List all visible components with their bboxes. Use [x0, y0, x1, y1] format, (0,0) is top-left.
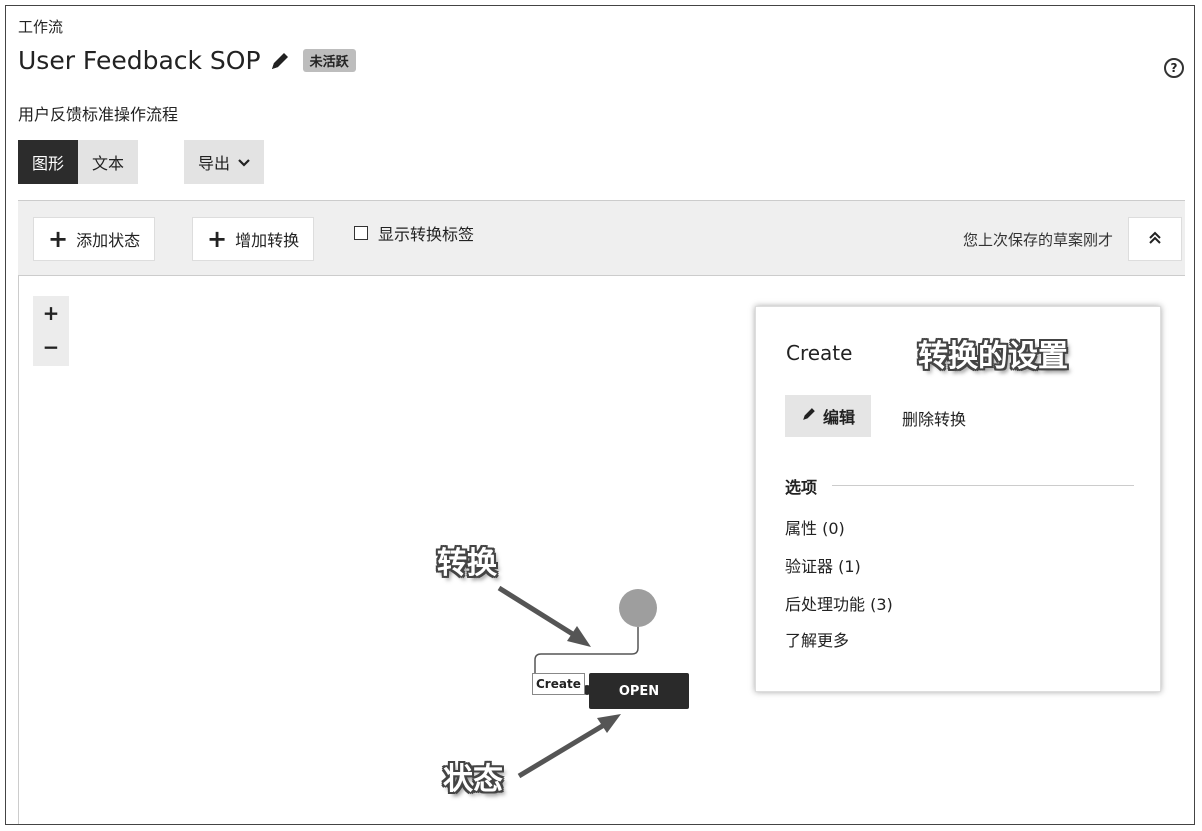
options-divider	[832, 485, 1134, 486]
option-properties[interactable]: 属性 (0)	[785, 515, 845, 539]
transition-label[interactable]: Create	[532, 673, 585, 695]
tab-diagram[interactable]: 图形	[18, 140, 79, 184]
plus-icon: +	[48, 225, 69, 253]
help-icon[interactable]: ?	[1164, 58, 1184, 78]
transition-settings-panel: Create 转换的设置 编辑 删除转换 选项 属性 (0) 验证器 (1) 后…	[755, 306, 1161, 692]
diagram-toolbar: + 添加状态 + 增加转换 显示转换标签 您上次保存的草案刚才	[18, 200, 1185, 276]
export-button[interactable]: 导出	[184, 140, 265, 184]
status-badge: 未活跃	[302, 49, 356, 72]
panel-title: Create	[786, 341, 853, 365]
option-post-functions[interactable]: 后处理功能 (3)	[785, 591, 893, 615]
annotation-state: 状态	[443, 762, 503, 797]
start-node[interactable]	[619, 589, 657, 627]
add-transition-button[interactable]: + 增加转换	[192, 217, 315, 261]
add-state-label: 添加状态	[76, 231, 141, 250]
workflow-editor: 工作流 User Feedback SOP 未活跃 ? 用户反馈标准操作流程 图…	[5, 5, 1195, 825]
export-label: 导出	[198, 154, 231, 173]
draft-saved-status: 您上次保存的草案刚才	[962, 231, 1113, 249]
option-validators[interactable]: 验证器 (1)	[785, 553, 861, 577]
show-labels-checkbox[interactable]	[354, 226, 368, 240]
page-title: User Feedback SOP	[18, 46, 261, 75]
add-state-button[interactable]: + 添加状态	[33, 217, 156, 261]
state-annotation-arrow	[517, 714, 621, 779]
edit-transition-button[interactable]: 编辑	[785, 395, 872, 437]
workflow-description: 用户反馈标准操作流程	[18, 105, 179, 124]
chevron-double-up-icon	[1148, 230, 1162, 249]
pencil-icon	[801, 406, 817, 426]
edit-title-pencil-icon[interactable]	[269, 50, 291, 72]
chevron-down-icon	[238, 153, 250, 172]
state-node-open[interactable]: OPEN	[589, 673, 689, 709]
plus-icon: +	[207, 225, 228, 253]
annotation-transition-settings: 转换的设置	[918, 339, 1068, 374]
diagram-canvas[interactable]: + − Create OPEN 转换 状态 Create 转换的设置 编辑 删除…	[18, 276, 1186, 824]
options-heading: 选项	[785, 478, 818, 497]
add-transition-label: 增加转换	[235, 231, 300, 250]
view-tabs: 图形 文本	[18, 140, 139, 184]
edit-label: 编辑	[823, 408, 856, 427]
transition-annotation-arrow	[497, 585, 591, 647]
option-learn-more[interactable]: 了解更多	[785, 627, 849, 651]
title-row: User Feedback SOP 未活跃	[18, 46, 356, 75]
show-labels-label: 显示转换标签	[378, 225, 475, 244]
tab-text[interactable]: 文本	[78, 140, 139, 184]
breadcrumb[interactable]: 工作流	[18, 16, 63, 37]
delete-transition-link[interactable]: 删除转换	[902, 406, 966, 430]
show-transition-labels-toggle[interactable]: 显示转换标签	[354, 221, 474, 245]
annotation-transition: 转换	[437, 546, 497, 581]
collapse-button[interactable]	[1128, 217, 1182, 261]
